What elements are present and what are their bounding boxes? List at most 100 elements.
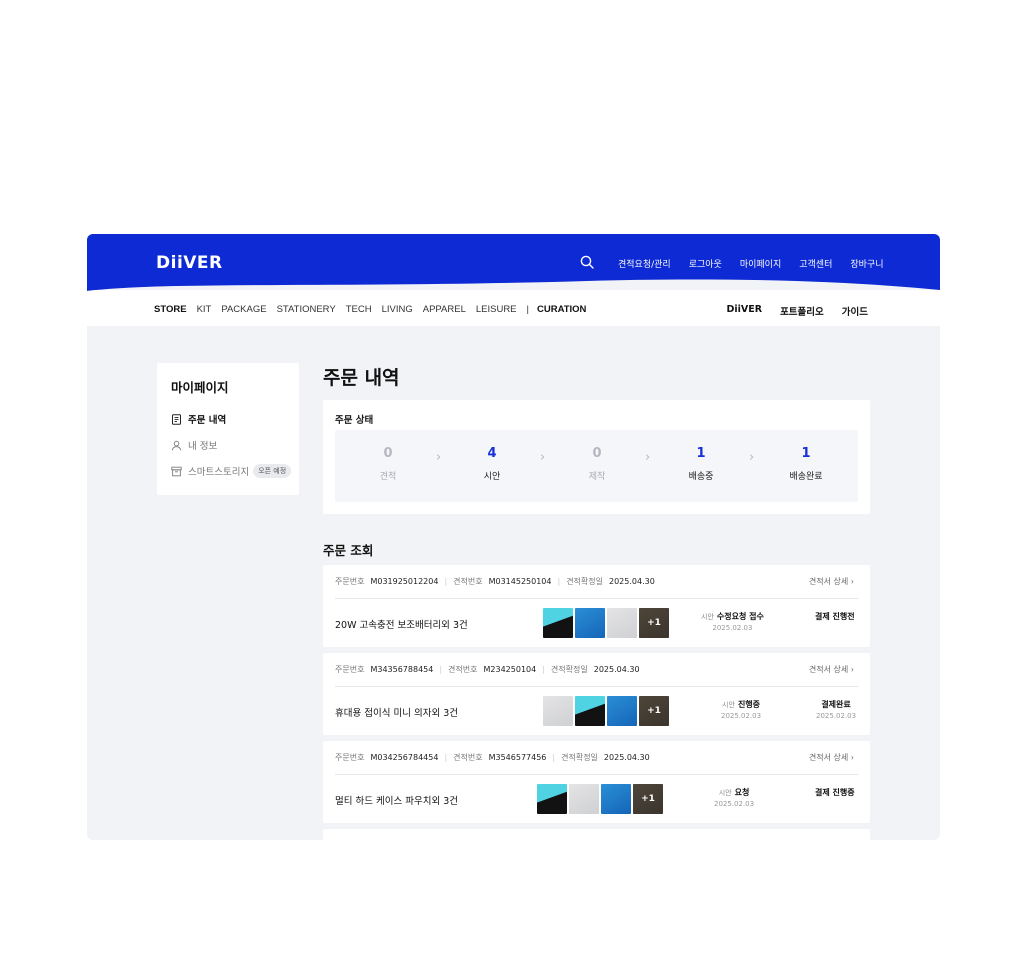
more-count: +1 — [639, 696, 669, 726]
step-label: 견적 — [379, 472, 397, 482]
order-meta: 주문번호 M34356788454 | 견적번호 M234250104 | 견적… — [335, 664, 640, 675]
product-thumbnail[interactable] — [607, 696, 637, 726]
step-label: 배송중 — [688, 472, 714, 482]
order-divider — [335, 686, 858, 687]
step-count: 0 — [383, 446, 393, 461]
step-label: 배송완료 — [789, 472, 823, 482]
category-leisure[interactable]: LEISURE — [476, 304, 517, 315]
confirm-date-label: 견적확정일 — [566, 577, 603, 586]
product-thumbnail[interactable] — [601, 784, 631, 814]
payment-status: 결제 진행중 — [815, 787, 855, 800]
topnav-mypage[interactable]: 마이페이지 — [740, 257, 781, 270]
category-stationery[interactable]: STATIONERY — [277, 304, 336, 315]
more-count: +1 — [633, 784, 663, 814]
status-title: 주문 상태 — [335, 415, 374, 426]
confirm-date: 2025.04.30 — [609, 577, 655, 586]
order-card[interactable] — [323, 829, 870, 840]
confirm-date: 2025.04.30 — [603, 753, 650, 762]
product-name[interactable]: 20W 고속충전 보조배터리외 3건 — [335, 617, 468, 631]
meta-divider: | — [444, 577, 448, 586]
rightnav-portfolio[interactable]: 포트폴리오 — [780, 304, 824, 318]
stage-date: 2025.02.03 — [721, 712, 762, 720]
status-step-quote[interactable]: 0 견적 — [348, 446, 428, 482]
product-thumbnail[interactable]: +1 — [639, 608, 669, 638]
topnav-quote[interactable]: 견적요청/관리 — [618, 257, 671, 270]
payment-status: 결제 진행전 — [815, 611, 855, 624]
payment-status: 결제완료 2025.02.03 — [816, 699, 856, 720]
topnav-support[interactable]: 고객센터 — [799, 257, 832, 270]
logo[interactable]: DiiVER — [156, 253, 223, 273]
order-divider — [335, 598, 858, 599]
product-name[interactable]: 멀티 하드 케이스 파우치외 3건 — [335, 793, 458, 807]
stage-value: 수정요청 접수 — [716, 612, 764, 621]
sidebar-item-profile[interactable]: 내 정보 — [171, 438, 217, 452]
order-status-card: 주문 상태 0 견적 › 4 시안 › 0 제작 › 1 배송중 › 1 배송완… — [323, 400, 870, 514]
user-icon — [171, 440, 182, 450]
order-divider — [335, 774, 858, 775]
product-thumbnail[interactable] — [569, 784, 599, 814]
product-thumbnail[interactable] — [575, 696, 605, 726]
topnav-logout[interactable]: 로그아웃 — [689, 257, 722, 270]
order-card[interactable]: 주문번호 M034256784454 | 견적번호 M3546577456 | … — [323, 741, 870, 823]
mypage-sidebar: 마이페이지 주문 내역 내 정보 스마트스토리지 오픈 예정 — [157, 363, 299, 495]
rightnav-diiver[interactable]: DiiVER — [727, 304, 763, 318]
category-nav: STORE KIT PACKAGE STATIONERY TECH LIVING… — [154, 304, 596, 315]
category-divider: | — [526, 304, 529, 315]
category-living[interactable]: LIVING — [382, 304, 413, 315]
status-step-shipping[interactable]: 1 배송중 — [661, 446, 741, 482]
page-title: 주문 내역 — [323, 367, 400, 389]
category-apparel[interactable]: APPAREL — [423, 304, 466, 315]
meta-divider: | — [557, 577, 561, 586]
order-stage: 시안 요청 2025.02.03 — [714, 787, 754, 808]
sidebar-item-orders[interactable]: 주문 내역 — [171, 412, 226, 426]
sidebar-title: 마이페이지 — [171, 380, 229, 395]
category-curation[interactable]: CURATION — [537, 304, 586, 315]
stage-value: 요청 — [734, 788, 750, 797]
category-store[interactable]: STORE — [154, 304, 187, 315]
step-label: 시안 — [483, 472, 501, 482]
confirm-date-label: 견적확정일 — [561, 753, 598, 762]
quote-detail-link[interactable]: 견적서 상세 › — [809, 576, 854, 587]
category-package[interactable]: PACKAGE — [221, 304, 266, 315]
payment-label: 결제 진행전 — [815, 612, 855, 621]
step-count: 1 — [696, 446, 706, 461]
right-nav: DiiVER 포트폴리오 가이드 — [727, 304, 869, 318]
chevron-right-icon: › — [850, 665, 854, 674]
product-thumbnail[interactable] — [607, 608, 637, 638]
payment-label: 결제 진행중 — [815, 788, 855, 797]
status-step-production[interactable]: 0 제작 — [557, 446, 637, 482]
quote-detail-link[interactable]: 견적서 상세 › — [809, 664, 854, 675]
category-tech[interactable]: TECH — [346, 304, 372, 315]
step-count: 1 — [801, 446, 811, 461]
order-card[interactable]: 주문번호 M031925012204 | 견적번호 M03145250104 |… — [323, 565, 870, 647]
payment-label: 결제완료 — [821, 700, 851, 709]
step-count: 0 — [592, 446, 602, 461]
product-name[interactable]: 휴대용 접이식 미니 의자외 3건 — [335, 705, 458, 719]
order-stage: 시안 수정요청 접수 2025.02.03 — [701, 611, 764, 632]
confirm-date: 2025.04.30 — [593, 665, 640, 674]
browser-frame: DiiVER 견적요청/관리 로그아웃 마이페이지 고객센터 장바구니 STOR… — [87, 234, 940, 840]
search-icon[interactable] — [580, 255, 594, 269]
stage-key: 시안 — [701, 613, 714, 621]
product-thumbnail[interactable]: +1 — [639, 696, 669, 726]
quote-number: M3546577456 — [488, 753, 547, 762]
product-thumbnails: +1 — [537, 784, 663, 814]
quote-detail-link[interactable]: 견적서 상세 › — [809, 752, 854, 763]
status-step-draft[interactable]: 4 시안 — [452, 446, 532, 482]
stage-key: 시안 — [722, 701, 735, 709]
product-thumbnail[interactable]: +1 — [633, 784, 663, 814]
product-thumbnail[interactable] — [537, 784, 567, 814]
topnav-cart[interactable]: 장바구니 — [850, 257, 883, 270]
product-thumbnail[interactable] — [543, 696, 573, 726]
order-card[interactable]: 주문번호 M34356788454 | 견적번호 M234250104 | 견적… — [323, 653, 870, 735]
status-step-delivered[interactable]: 1 배송완료 — [766, 446, 846, 482]
quote-number-label: 견적번호 — [453, 753, 483, 762]
rightnav-guide[interactable]: 가이드 — [842, 304, 868, 318]
category-kit[interactable]: KIT — [197, 304, 212, 315]
product-thumbnail[interactable] — [575, 608, 605, 638]
product-thumbnails: +1 — [543, 608, 669, 638]
quote-detail-label: 견적서 상세 — [808, 577, 849, 586]
sidebar-item-smartstorage[interactable]: 스마트스토리지 오픈 예정 — [171, 464, 292, 478]
quote-detail-label: 견적서 상세 — [808, 753, 849, 762]
product-thumbnail[interactable] — [543, 608, 573, 638]
